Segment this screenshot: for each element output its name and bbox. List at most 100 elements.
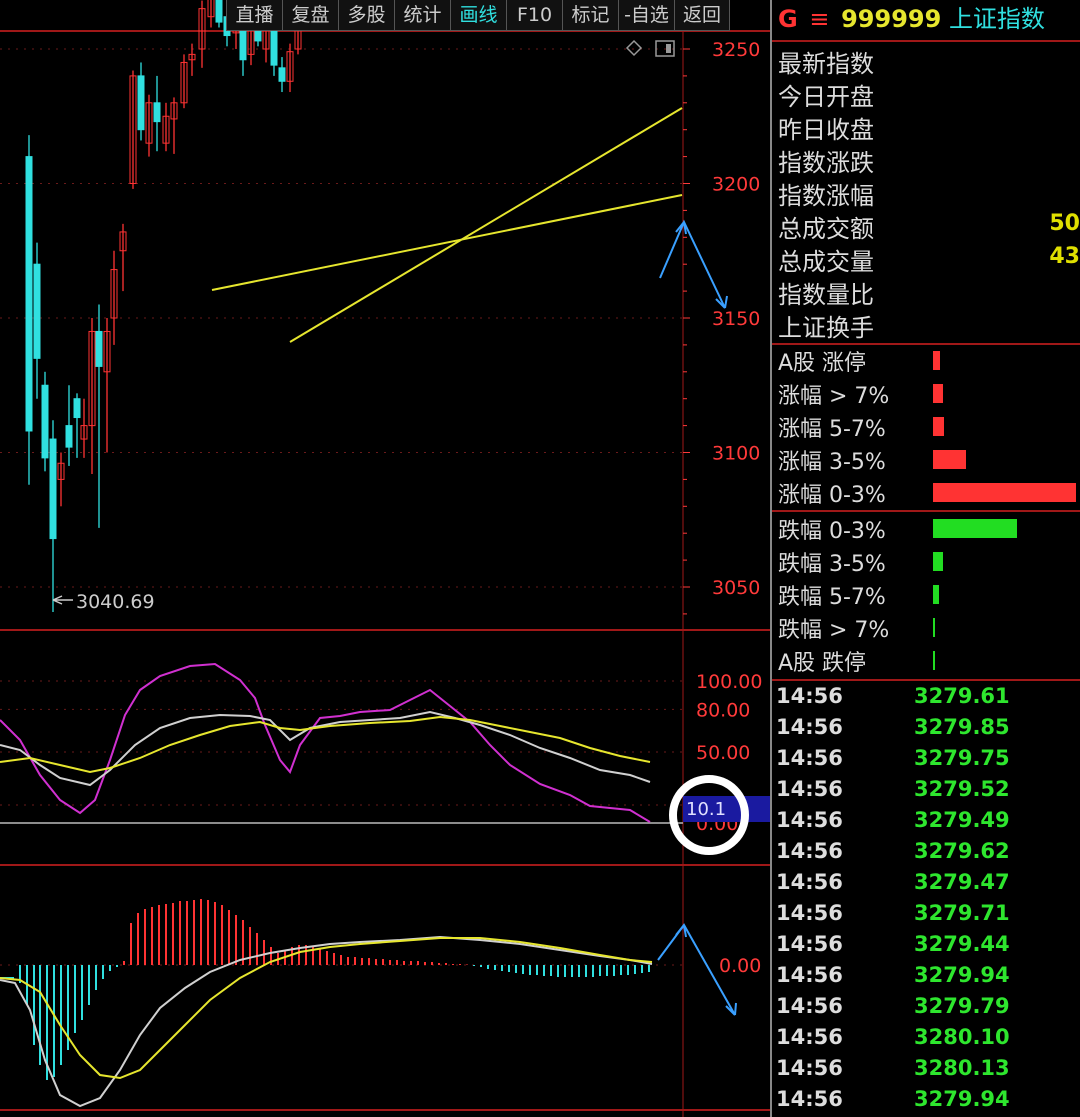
stat-label: 指数涨跌 (778, 149, 874, 177)
price-axis-label: 3200 (712, 174, 760, 196)
breadth-bar (933, 519, 1018, 538)
toolbar-button-1[interactable]: 复盘 (282, 0, 338, 31)
trendline (289, 107, 683, 343)
tick-time: 14:56 (776, 1056, 843, 1080)
toolbar-button-7[interactable]: -自选 (618, 0, 674, 31)
breadth-bar (933, 618, 935, 637)
tick-time: 14:56 (776, 1087, 843, 1111)
toolbar-button-4[interactable]: 画线 (450, 0, 506, 31)
candle-body (73, 398, 81, 419)
breadth-label: A股 涨停 (778, 351, 867, 376)
candle-body (254, 29, 262, 42)
tick-price: 3279.44 (914, 932, 1010, 956)
tick-price: 3279.62 (914, 839, 1010, 863)
stat-label: 今日开盘 (778, 83, 874, 111)
menu-icon[interactable]: ≡ (809, 5, 829, 33)
toolbar-button-8[interactable]: 返回 (674, 0, 730, 31)
tick-row: 14:56 3280.10 (776, 1025, 1010, 1049)
tick-row: 14:56 3279.44 (776, 932, 1010, 956)
tick-time: 14:56 (776, 684, 843, 708)
toolbar-button-2[interactable]: 多股 (338, 0, 394, 31)
tick-time: 14:56 (776, 994, 843, 1018)
breadth-label: A股 跌停 (778, 651, 867, 676)
stat-label: 指数量比 (778, 281, 874, 309)
tick-row: 14:56 3279.85 (776, 715, 1010, 739)
kdj-axis-label: 100.00 (696, 671, 762, 693)
tick-row: 14:56 3280.13 (776, 1056, 1010, 1080)
tick-time: 14:56 (776, 839, 843, 863)
tick-time: 14:56 (776, 963, 843, 987)
price-axis-label: 3250 (712, 39, 760, 61)
toolbar: 直播 复盘 多股 统计 画线 F10 标记 -自选 返回 (226, 0, 730, 31)
price-axis-label: 3050 (712, 577, 760, 599)
stat-label: 最新指数 (778, 50, 874, 78)
tick-price: 3279.71 (914, 901, 1010, 925)
tick-price: 3279.94 (914, 1087, 1010, 1111)
tick-time: 14:56 (776, 932, 843, 956)
breadth-label: 跌幅 5-7% (778, 585, 886, 610)
tick-price: 3279.47 (914, 870, 1010, 894)
breadth-bar (933, 585, 939, 604)
stat-value: 43 (1049, 244, 1080, 269)
kdj-current-value: 10.1 (686, 799, 726, 820)
stat-label: 昨日收盘 (778, 116, 874, 144)
tick-row: 14:56 3279.79 (776, 994, 1010, 1018)
toolbar-button-5[interactable]: F10 (506, 0, 562, 31)
tick-row: 14:56 3279.62 (776, 839, 1010, 863)
breadth-bar (933, 417, 945, 436)
breadth-label: 涨幅 5-7% (778, 417, 886, 442)
divider (772, 510, 1080, 512)
stat-label: 指数涨幅 (778, 182, 874, 210)
breadth-label: 涨幅 0-3% (778, 483, 886, 508)
breadth-bar (933, 483, 1076, 502)
low-price-label: 3040.69 (76, 591, 155, 613)
tick-price: 3279.79 (914, 994, 1010, 1018)
breadth-bar (933, 351, 941, 370)
tick-price: 3279.94 (914, 963, 1010, 987)
j-line (0, 662, 651, 823)
toolbar-button-6[interactable]: 标记 (562, 0, 618, 31)
kdj-axis-label: 80.00 (696, 699, 750, 721)
stock-header[interactable]: G ≡ 999999 上证指数 (778, 4, 1045, 34)
breadth-label: 跌幅 3-5% (778, 552, 886, 577)
stat-value: 50 (1049, 211, 1080, 236)
macd-axis-label: 0.00 (719, 955, 761, 977)
toolbar-button-0[interactable]: 直播 (226, 0, 282, 31)
candle-body (215, 0, 223, 23)
tick-row: 14:56 3279.94 (776, 1087, 1010, 1111)
tick-row: 14:56 3279.47 (776, 870, 1010, 894)
kline-chart-area[interactable]: 340033503300325032003150310030503040.691… (0, 0, 770, 1117)
tick-row: 14:56 3279.71 (776, 901, 1010, 925)
breadth-label: 跌幅 0-3% (778, 519, 886, 544)
candle-body (137, 75, 145, 131)
tick-price: 3279.61 (914, 684, 1010, 708)
candle-body (153, 102, 161, 123)
stock-flag: G (778, 5, 798, 33)
tick-row: 14:56 3279.94 (776, 963, 1010, 987)
candle-body (65, 425, 73, 448)
divider (772, 679, 1080, 681)
projection-arrow (659, 219, 726, 309)
k-line (0, 710, 651, 787)
breadth-label: 涨幅 3-5% (778, 450, 886, 475)
price-axis-label: 3100 (712, 443, 760, 465)
stat-label: 上证换手 (778, 314, 874, 342)
candle-body (278, 67, 286, 82)
candle-body (25, 156, 33, 432)
tick-time: 14:56 (776, 1025, 843, 1049)
tick-time: 14:56 (776, 901, 843, 925)
candle-body (41, 384, 49, 459)
toolbar-button-3[interactable]: 统计 (394, 0, 450, 31)
tick-price: 3280.10 (914, 1025, 1010, 1049)
candle-body (33, 263, 41, 359)
tick-row: 14:56 3279.52 (776, 777, 1010, 801)
breadth-bar (933, 384, 943, 403)
tick-row: 14:56 3279.75 (776, 746, 1010, 770)
trendline (211, 194, 683, 291)
breadth-bar (933, 651, 935, 670)
tick-time: 14:56 (776, 870, 843, 894)
price-axis-label: 3150 (712, 308, 760, 330)
tick-price: 3279.52 (914, 777, 1010, 801)
stat-label: 总成交额 (778, 215, 874, 243)
candle-body (95, 330, 103, 367)
